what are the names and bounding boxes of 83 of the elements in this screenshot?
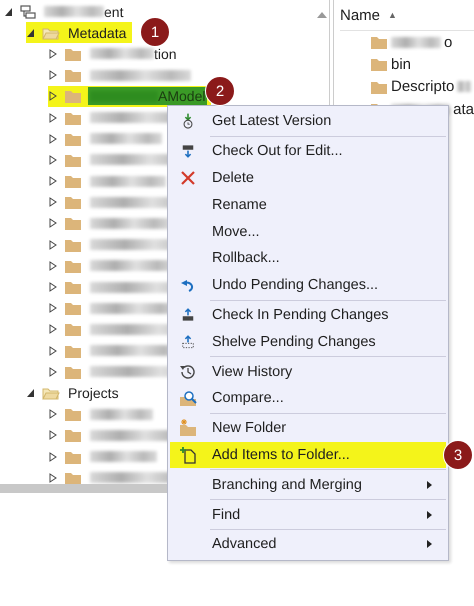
expander-icon[interactable] (48, 48, 58, 59)
expander-icon[interactable] (48, 176, 58, 186)
folder-icon (64, 215, 82, 232)
blurred-text (391, 36, 441, 48)
blurred-text (457, 81, 472, 92)
expander-icon[interactable] (48, 218, 58, 228)
folder-icon (64, 67, 82, 84)
undo-icon (180, 277, 196, 294)
tree-item-label: AModel (158, 88, 206, 104)
tree-item-label: tion (154, 46, 177, 62)
folder-icon (64, 406, 82, 422)
menu-item[interactable]: Check In Pending Changes (170, 302, 446, 328)
expander-icon[interactable] (48, 240, 58, 250)
menu-item[interactable]: Rename (170, 191, 446, 218)
expander-icon[interactable] (48, 452, 58, 462)
blurred-text (90, 408, 153, 420)
compare-icon (179, 389, 197, 408)
expander-icon[interactable] (48, 91, 58, 102)
folder-icon (64, 300, 82, 316)
expander-icon[interactable] (48, 134, 58, 144)
tree-item-label: ent (104, 4, 124, 20)
expander-icon[interactable] (48, 112, 58, 123)
folder-icon (64, 279, 82, 296)
tree-item[interactable]: ent (42, 2, 126, 21)
folder-icon (370, 34, 388, 50)
expander-icon[interactable] (48, 303, 58, 314)
checkin-icon (181, 307, 195, 322)
step-badge: 3 (443, 440, 473, 470)
tree-item[interactable]: tion (88, 44, 179, 63)
column-header[interactable]: Name ▲ (340, 0, 474, 31)
menu-item[interactable]: Delete (170, 164, 446, 192)
checkout-icon (181, 144, 195, 159)
menu-item[interactable]: Add Items to Folder... (170, 442, 446, 468)
file-name[interactable]: Descripto (391, 78, 454, 96)
expander-icon[interactable] (48, 70, 58, 80)
file-name[interactable]: o (444, 34, 452, 51)
menu-item[interactable]: Branching and Merging (170, 471, 446, 498)
expander-icon[interactable] (48, 260, 58, 271)
blurred-text (90, 451, 157, 462)
blurred-text (90, 133, 162, 144)
menu-item[interactable]: New Folder (170, 414, 446, 442)
folder-icon (64, 427, 82, 444)
add-file-icon (179, 446, 197, 464)
folder-icon (64, 321, 82, 338)
expander-icon[interactable] (48, 154, 58, 165)
expander-icon[interactable] (4, 6, 14, 17)
expander-icon[interactable] (48, 282, 58, 292)
menu-item[interactable]: Advanced (170, 530, 446, 558)
blurred-text (90, 48, 154, 60)
expander-icon[interactable] (26, 388, 36, 398)
new-folder-icon (179, 419, 197, 438)
expander-icon[interactable] (48, 346, 58, 356)
menu-item[interactable]: Undo Pending Changes... (170, 272, 446, 299)
server-icon (20, 4, 36, 20)
expander-icon[interactable] (48, 324, 58, 334)
menu-item[interactable]: Rollback... (170, 244, 446, 272)
menu-item[interactable]: Shelve Pending Changes (170, 328, 446, 356)
delete-icon (180, 170, 196, 186)
download-clock-icon (181, 112, 195, 130)
expander-icon[interactable] (48, 366, 58, 377)
file-name[interactable]: bin (391, 56, 412, 73)
folder-icon (64, 173, 82, 190)
history-icon (179, 362, 197, 381)
step-badge: 2 (205, 76, 235, 106)
menu-item[interactable]: Compare... (170, 384, 446, 412)
expander-icon[interactable] (48, 430, 58, 440)
file-name[interactable]: ata (453, 100, 474, 118)
expander-icon[interactable] (26, 28, 36, 38)
folder-icon (64, 88, 82, 104)
blurred-text (44, 6, 104, 18)
expander-icon[interactable] (48, 197, 58, 208)
scroll-up-icon[interactable] (316, 12, 326, 18)
expander-icon[interactable] (48, 409, 58, 420)
folder-icon (64, 194, 82, 210)
shelve-icon (181, 334, 195, 350)
folder-icon (370, 56, 388, 72)
menu-item[interactable]: Move... (170, 218, 446, 245)
menu-item[interactable]: Find (170, 501, 446, 528)
menu-item[interactable]: Check Out for Edit... (170, 138, 446, 165)
menu-item[interactable]: Get Latest Version (170, 108, 446, 135)
step-badge: 1 (140, 17, 170, 47)
expander-icon[interactable] (48, 472, 58, 483)
menu-item[interactable]: View History (170, 358, 446, 385)
